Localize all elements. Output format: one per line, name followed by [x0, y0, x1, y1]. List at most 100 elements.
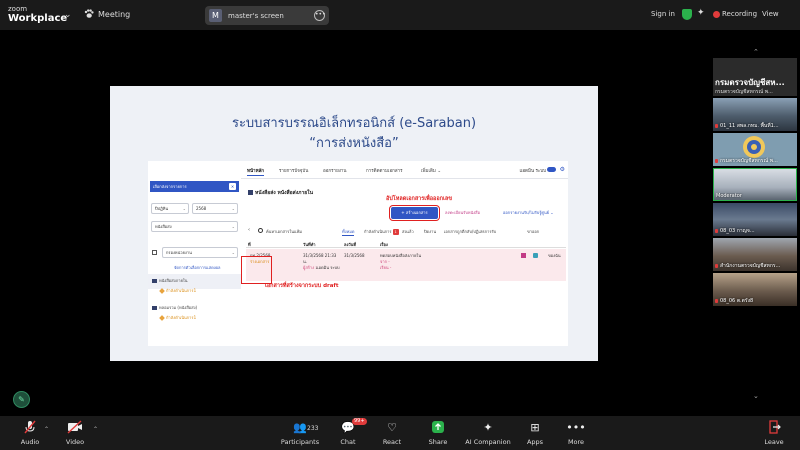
col-number: ที่	[248, 242, 251, 247]
mic-muted-icon	[715, 263, 718, 268]
more-button[interactable]: ••• More	[546, 420, 606, 446]
subtab-rejected: เอกสารถูกตีกลับ/ปฏิเสธการรับ	[444, 229, 497, 234]
subtab-all: ทั้งหมด	[342, 229, 355, 236]
slide-title: ระบบสารบรรณอิเล็กทรอนิกส์ (e-Saraban)	[231, 116, 477, 131]
row-subject-from: จาก -	[380, 259, 390, 264]
col-date-made: วันที่ทำ	[303, 242, 316, 247]
list-toolbar: ‹ ค้นหาเอกสารในแฟ้ม ทั้งหมด กำลังดำเนินก…	[246, 226, 566, 236]
sidebar-header-label: เลือกส่งจากรายการ	[153, 184, 187, 189]
more-dots-icon: •••	[566, 421, 586, 434]
chevron-down-icon: ⌄	[182, 206, 186, 211]
org-seal-icon	[743, 136, 765, 158]
chevron-up-icon[interactable]: ⌃	[93, 426, 98, 433]
year-type-value: ปีปฏิทิน	[155, 206, 169, 211]
nav-tab-home: หน้าหลัก	[247, 169, 265, 176]
participant-label: 01_11 สพล.กทม. พื้นที่1...	[715, 122, 795, 130]
shield-icon[interactable]	[682, 9, 692, 20]
table-header: ที่ วันที่ทำ ลงวันที่ เรื่อง	[246, 239, 566, 248]
participant-gallery: กรมตรวจบัญชีสห... กรมตรวจบัญชีสหกรณ์ พ..…	[713, 58, 797, 393]
chevron-down-icon: ⌄	[231, 224, 235, 229]
sidebar-item-in-progress-2: กำลังดำเนินการ1	[159, 314, 196, 321]
participants-count: 233	[307, 425, 319, 432]
recording-dot-icon	[713, 11, 720, 18]
nav-tab-more: เพิ่มเติม ⌄	[421, 169, 442, 174]
year-value: 2568	[196, 206, 207, 211]
subtab-closed: ปิดงาน	[424, 229, 437, 234]
sparkle-icon[interactable]: ✦	[697, 8, 705, 18]
participant-label: สำนักงานตรวจบัญชีสหกร...	[715, 262, 795, 270]
filter-icon	[152, 249, 157, 255]
user-name: แอดมิน ระบบ	[519, 169, 546, 174]
display-options-link: จัดการตัวเลือกการแสดงผล	[174, 265, 221, 270]
year-type-select: ปีปฏิทิน ⌄	[151, 203, 189, 214]
participant-label: กรมตรวจบัญชีสหกรณ์ พ...	[715, 157, 795, 165]
row-subject: ทดสอบหนังสือส่งภายใน	[380, 253, 422, 258]
row-creator: แอดมิน ระบบ	[316, 265, 340, 270]
leave-label: Leave	[764, 438, 784, 446]
row-date-made-sub: น.	[303, 259, 308, 264]
register-receive-link: ลงทะเบียนรับหนังสือ	[445, 210, 481, 215]
view-button[interactable]: View	[762, 10, 779, 18]
annotate-pencil-icon[interactable]: ✎	[13, 391, 30, 408]
saraban-app-screenshot: หน้าหลัก รายการปัจจุบัน ออกรายงาน การติด…	[148, 161, 568, 346]
row-subject-to: เรียน -	[380, 265, 392, 270]
mic-muted-icon	[715, 123, 718, 128]
search-icon	[258, 228, 263, 233]
nav-tab-tracking: การติดตามเอกสาร	[366, 169, 403, 174]
row-creator-label: ผู้สร้าง :	[303, 265, 317, 270]
shared-screen-indicator[interactable]: M master's screen •••	[205, 6, 329, 25]
org-filter-select: กรองหน่วยงาน ⌄	[162, 247, 238, 258]
folder-icon	[521, 253, 526, 258]
subtab-in-progress: กำลังดำเนินการ 1	[364, 229, 399, 235]
video-label: Video	[65, 438, 85, 446]
scroll-up-icon[interactable]: ⌃	[753, 48, 759, 56]
app-sidebar: เลือกส่งจากรายการ ✕ ปีปฏิทิน ⌄ 2568 ⌄ หนัง…	[148, 179, 241, 346]
meeting-info-button[interactable]: Meeting	[84, 9, 130, 19]
sidebar-header: เลือกส่งจากรายการ ✕	[150, 181, 239, 192]
zoom-workplace-logo[interactable]: zoom Workplace	[8, 4, 67, 24]
mic-muted-icon	[715, 298, 718, 303]
doc-type-value: หนังสือส่ง	[155, 224, 172, 229]
recording-label[interactable]: Recording	[722, 10, 757, 18]
report-dropdown-link: ออกรายงานรับ/ไม่รับรู้ศูนย์ ⌄	[503, 210, 554, 215]
doc-type-select: หนังสือส่ง ⌄	[151, 221, 238, 232]
participant-tile[interactable]: 01_11 สพล.กทม. พื้นที่1...	[713, 98, 797, 131]
create-document-button: + สร้างเอกสาร	[389, 205, 440, 221]
mic-muted-icon	[715, 228, 718, 233]
sidebar-section-merge-label: หลอมรวม (หนังสือส่ง)	[152, 304, 197, 311]
participant-label: 08_06 ต.ตรัง8	[715, 297, 795, 305]
gear-icon: ⚙	[559, 166, 565, 173]
brand-line2: Workplace	[8, 13, 68, 24]
leave-button[interactable]: Leave	[744, 420, 800, 446]
chevron-down-icon[interactable]: ⌄	[64, 10, 72, 20]
chevron-down-icon: ⌄	[231, 206, 235, 211]
back-icon: ‹	[248, 227, 250, 233]
participant-tile[interactable]: สำนักงานตรวจบัญชีสหกร...	[713, 238, 797, 271]
app-main-panel: หนังสือส่ง หนังสือส่งภายใน อัปโหลดเอกสาร…	[241, 179, 568, 346]
mic-muted-icon	[715, 158, 718, 163]
more-options-icon[interactable]: •••	[314, 10, 326, 21]
col-date-dated: ลงวันที่	[344, 242, 357, 247]
active-speaker-tile[interactable]: กรมตรวจบัญชีสห... กรมตรวจบัญชีสหกรณ์ พ..…	[713, 58, 797, 96]
sidebar-section-internal-label: หนังสือส่งภายใน	[152, 277, 187, 284]
row-action: ของฉัน	[548, 253, 561, 258]
sign-in-link[interactable]: Sign in	[651, 10, 675, 18]
participant-tile[interactable]: กรมตรวจบัญชีสหกรณ์ พ...	[713, 133, 797, 166]
close-icon: ✕	[229, 183, 236, 190]
hierarchy-icon	[533, 253, 538, 258]
participant-tile-speaking[interactable]: Moderator	[713, 168, 797, 201]
scroll-down-icon[interactable]: ⌄	[753, 392, 759, 400]
active-speaker-subname: กรมตรวจบัญชีสหกรณ์ พ...	[715, 89, 773, 95]
subtab-badge: 1	[392, 229, 399, 235]
shared-slide: ระบบสารบรรณอิเล็กทรอนิกส์ (e-Saraban) “ก…	[110, 86, 598, 361]
presenter-avatar: M	[209, 9, 222, 22]
subtab-outgoing: ขาออก	[527, 229, 540, 234]
video-button[interactable]: Video ⌃	[45, 420, 105, 446]
leave-door-icon	[744, 420, 800, 435]
row-date-dated: 31/3/2568	[344, 253, 365, 258]
meeting-top-bar: zoom Workplace ⌄ Meeting M master's scre…	[0, 0, 800, 30]
participant-tile[interactable]: 08_06 ต.ตรัง8	[713, 273, 797, 306]
annotation-draft: เอกสารที่สร้างจากระบบ draft	[265, 283, 339, 289]
year-select: 2568 ⌄	[192, 203, 238, 214]
participant-tile[interactable]: 08_03 กาญจ...	[713, 203, 797, 236]
